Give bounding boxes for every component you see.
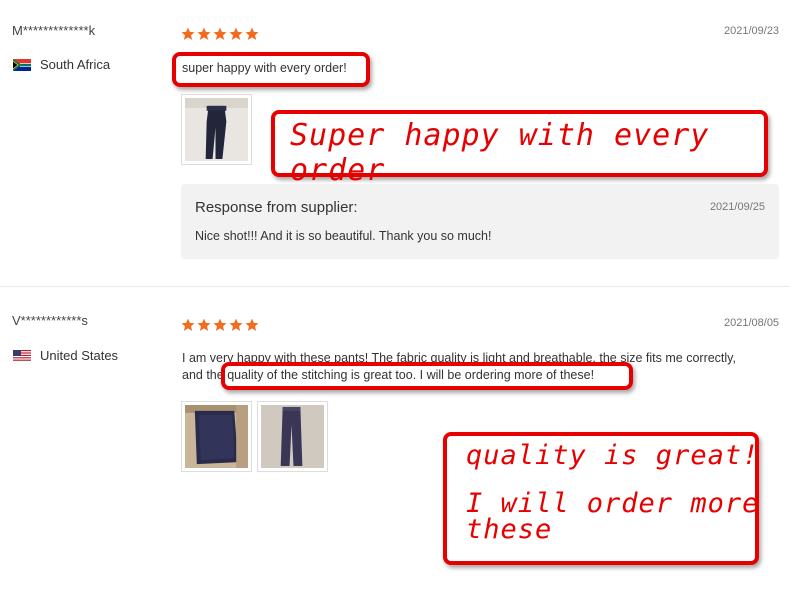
supplier-response-message: Nice shot!!! And it is so beautiful. Tha… [195, 229, 492, 243]
annotation-text: these [466, 514, 553, 545]
reviewer-country: South Africa [13, 57, 110, 72]
star-icon [229, 318, 243, 331]
review-date: 2021/08/05 [724, 317, 780, 329]
star-icon [229, 27, 243, 40]
review-date: 2021/09/23 [724, 25, 780, 37]
reviews-page: M*************k South Africa 2021/09/23 … [0, 0, 800, 592]
star-icon [181, 27, 195, 40]
supplier-response-date: 2021/09/25 [709, 201, 765, 213]
annotation-text: Super happy with every order [290, 118, 710, 188]
pants-hanging-photo-image [261, 405, 324, 468]
review-photo-thumbnail[interactable] [181, 94, 252, 165]
usa-flag-icon [13, 349, 31, 362]
star-icon [213, 318, 227, 331]
star-icon [197, 27, 211, 40]
star-rating [181, 318, 259, 332]
reviewer-name: M*************k [12, 23, 96, 38]
star-icon [181, 318, 195, 331]
supplier-response: Response from supplier: 2021/09/25 Nice … [181, 184, 779, 259]
pants-folded-photo-image [185, 405, 248, 468]
review-photo-thumbnail[interactable] [257, 401, 328, 472]
reviewer-name: V************s [12, 313, 88, 328]
country-label: South Africa [40, 57, 111, 72]
star-icon [213, 27, 227, 40]
highlight-box [221, 362, 633, 390]
review-divider [0, 286, 790, 287]
annotation-text: quality is great! [466, 440, 760, 471]
reviewer-country: United States [13, 348, 118, 363]
south-africa-flag-icon [13, 58, 31, 71]
star-icon [245, 27, 259, 40]
jeans-photo-image [185, 98, 248, 161]
star-rating [181, 27, 259, 41]
star-icon [197, 318, 211, 331]
highlight-box [172, 52, 370, 87]
review-photo-thumbnail[interactable] [181, 401, 252, 472]
country-label: United States [40, 348, 119, 363]
supplier-response-title: Response from supplier: [195, 199, 358, 216]
star-icon [245, 318, 259, 331]
